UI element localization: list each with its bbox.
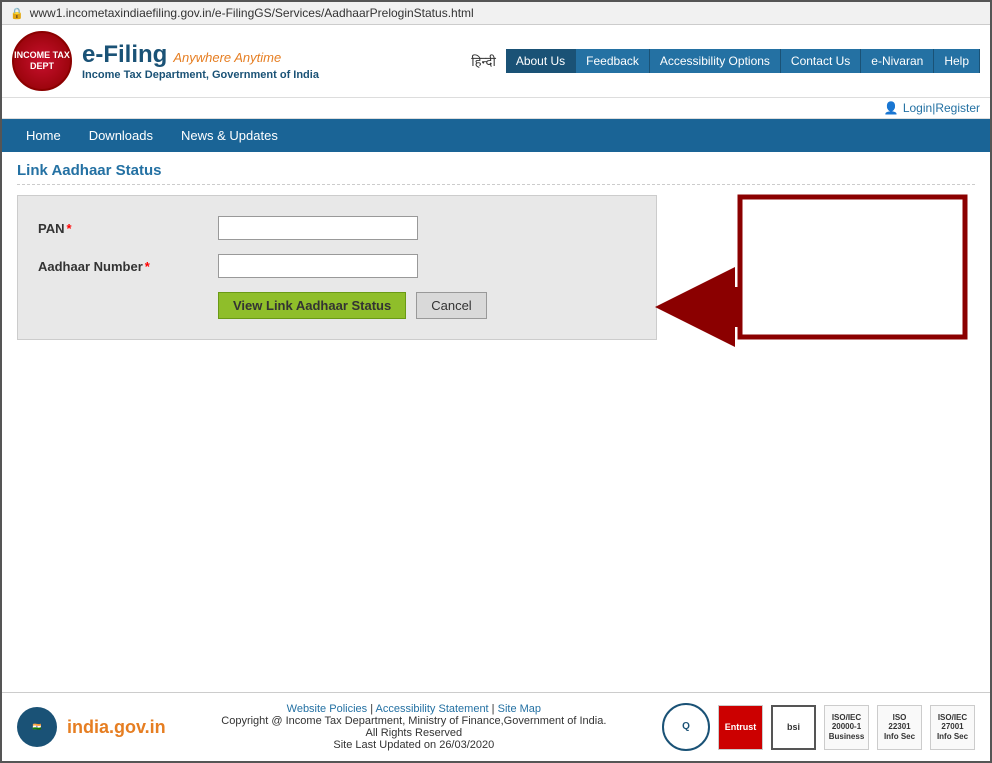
nav-news-updates[interactable]: News & Updates (167, 119, 292, 152)
footer-logo: 🇮🇳 india.gov.in (2, 707, 166, 747)
site-title: e-FilingAnywhere Anytime Income Tax Depa… (82, 41, 319, 81)
logo-image: INCOME TAX DEPT (12, 31, 72, 91)
iso-27001-badge: ISO/IEC27001Info Sec (930, 705, 975, 750)
anywhere-label: Anywhere Anytime (173, 50, 281, 65)
nav-about-us[interactable]: About Us (506, 49, 576, 73)
pan-required: * (66, 221, 71, 236)
footer-last-updated: Site Last Updated on 26/03/2020 (166, 739, 662, 751)
main-nav: Home Downloads News & Updates (2, 119, 990, 152)
footer-center: Website Policies | Accessibility Stateme… (166, 703, 662, 751)
nav-accessibility[interactable]: Accessibility Options (650, 49, 781, 73)
efiling-title: e-FilingAnywhere Anytime (82, 41, 319, 69)
website-policies-link[interactable]: Website Policies (287, 703, 368, 715)
footer-badges: Q Entrust bsi ISO/IEC20000-1Business ISO… (662, 703, 990, 751)
aadhaar-row: Aadhaar Number* (38, 254, 636, 278)
annotation-arrow (640, 192, 980, 412)
footer-links: Website Policies | Accessibility Stateme… (166, 703, 662, 715)
nav-downloads[interactable]: Downloads (75, 119, 167, 152)
view-link-button[interactable]: View Link Aadhaar Status (218, 292, 406, 319)
india-gov-label[interactable]: india.gov.in (67, 717, 166, 738)
quality-badge: Q (662, 703, 710, 751)
footer-rights: All Rights Reserved (166, 727, 662, 739)
nav-help[interactable]: Help (934, 49, 980, 73)
register-link[interactable]: Register (935, 101, 980, 115)
logo-area: INCOME TAX DEPT e-FilingAnywhere Anytime… (12, 31, 319, 91)
nav-contact-us[interactable]: Contact Us (781, 49, 861, 73)
form-buttons: View Link Aadhaar Status Cancel (38, 292, 636, 319)
main-body: Link Aadhaar Status PAN* Aadhaar Number*… (2, 152, 990, 532)
iso-20000-badge: ISO/IEC20000-1Business (824, 705, 869, 750)
aadhaar-label: Aadhaar Number* (38, 259, 218, 274)
lock-icon: 🔒 (10, 7, 24, 20)
spacer (2, 532, 990, 692)
url-text: www1.incometaxindiaefiling.gov.in/e-Fili… (30, 6, 474, 20)
accessibility-link[interactable]: Accessibility Statement (376, 703, 489, 715)
footer: 🇮🇳 india.gov.in Website Policies | Acces… (2, 692, 990, 761)
section-title: Link Aadhaar Status (17, 162, 975, 185)
hindi-link[interactable]: हिन्दी (471, 52, 496, 70)
pan-input[interactable] (218, 216, 418, 240)
aadhaar-required: * (145, 259, 150, 274)
iso-22301-badge: ISO22301Info Sec (877, 705, 922, 750)
pan-label: PAN* (38, 221, 218, 236)
address-bar: 🔒 www1.incometaxindiaefiling.gov.in/e-Fi… (2, 2, 990, 25)
pan-row: PAN* (38, 216, 636, 240)
india-circle: 🇮🇳 (17, 707, 57, 747)
site-map-link[interactable]: Site Map (498, 703, 541, 715)
top-nav-right: हिन्दी About Us Feedback Accessibility O… (471, 49, 980, 73)
login-link[interactable]: Login (903, 101, 932, 115)
entrust-badge: Entrust (718, 705, 763, 750)
logo-text: INCOME TAX DEPT (14, 50, 70, 72)
top-header: INCOME TAX DEPT e-FilingAnywhere Anytime… (2, 25, 990, 98)
form-container: PAN* Aadhaar Number* View Link Aadhaar S… (17, 195, 657, 340)
aadhaar-input[interactable] (218, 254, 418, 278)
footer-copyright: Copyright @ Income Tax Department, Minis… (166, 715, 662, 727)
nav-home[interactable]: Home (12, 119, 75, 152)
nav-enivaran[interactable]: e-Nivaran (861, 49, 934, 73)
nav-feedback[interactable]: Feedback (576, 49, 650, 73)
login-area: 👤 Login | Register (2, 98, 990, 119)
cancel-button[interactable]: Cancel (416, 292, 486, 319)
bsi-badge: bsi (771, 705, 816, 750)
user-icon: 👤 (884, 101, 899, 115)
dept-subtitle: Income Tax Department, Government of Ind… (82, 69, 319, 81)
